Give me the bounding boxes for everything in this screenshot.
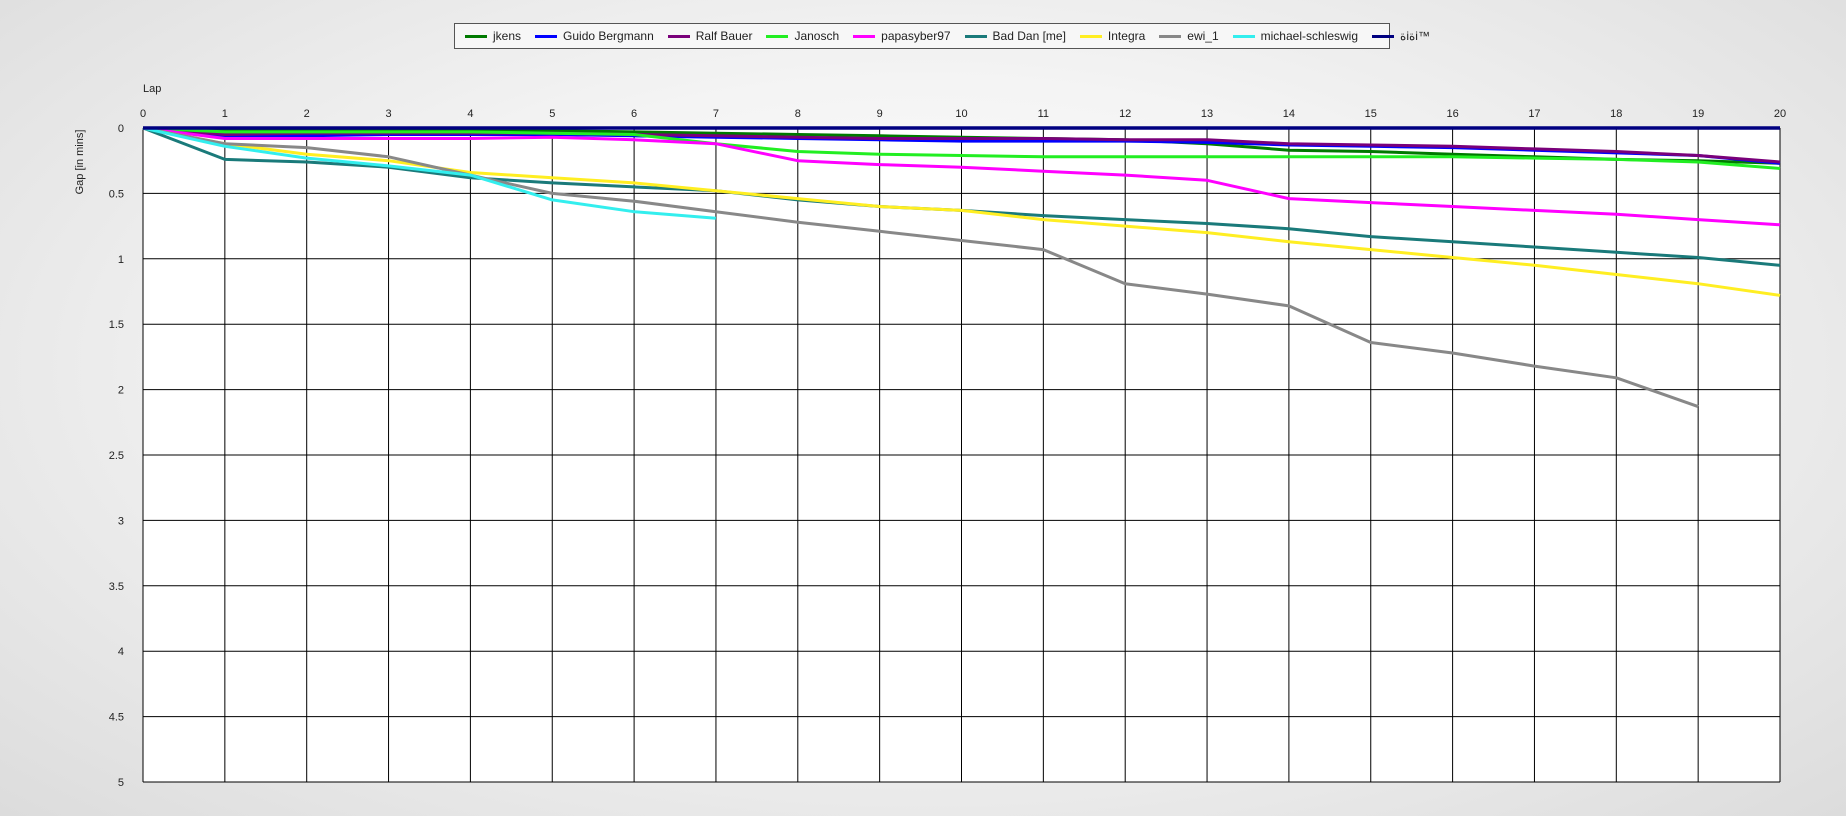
x-tick-label: 0 bbox=[140, 108, 146, 120]
x-tick-label: 1 bbox=[222, 108, 228, 120]
x-tick-label: 2 bbox=[304, 108, 310, 120]
y-tick-label: 4.5 bbox=[109, 712, 124, 724]
x-tick-label: 4 bbox=[467, 108, 473, 120]
x-tick-label: 3 bbox=[385, 108, 391, 120]
x-tick-label: 10 bbox=[955, 108, 967, 120]
y-tick-label: 0 bbox=[118, 123, 124, 135]
x-tick-label: 7 bbox=[713, 108, 719, 120]
x-tick-label: 19 bbox=[1692, 108, 1704, 120]
y-tick-label: 5 bbox=[118, 777, 124, 789]
x-tick-label: 20 bbox=[1774, 108, 1786, 120]
x-tick-label: 13 bbox=[1201, 108, 1213, 120]
y-tick-label: 1.5 bbox=[109, 319, 124, 331]
x-tick-label: 14 bbox=[1283, 108, 1295, 120]
x-tick-label: 5 bbox=[549, 108, 555, 120]
x-tick-label: 11 bbox=[1038, 108, 1049, 120]
x-tick-label: 6 bbox=[631, 108, 637, 120]
y-tick-label: 2 bbox=[118, 385, 124, 397]
y-tick-label: 0.5 bbox=[109, 188, 124, 200]
y-tick-label: 3.5 bbox=[109, 581, 124, 593]
chart-grid bbox=[142, 127, 1781, 783]
x-tick-label: 17 bbox=[1528, 108, 1540, 120]
x-tick-label: 9 bbox=[877, 108, 883, 120]
lap-gap-chart: 0 1 2 3 4 5 6 7 8 9 10 11 12 13 14 15 16 17 18 19 2000.511.5… bbox=[74, 83, 1786, 789]
x-axis-label: Lap bbox=[143, 83, 161, 95]
y-tick-label: 4 bbox=[118, 646, 124, 658]
x-tick-label: 18 bbox=[1610, 108, 1622, 120]
y-tick-label: 3 bbox=[118, 515, 124, 527]
x-tick-label: 16 bbox=[1446, 108, 1458, 120]
y-tick-label: 2.5 bbox=[109, 450, 124, 462]
y-axis-label: Gap [in mins] bbox=[74, 130, 86, 195]
x-tick-label: 12 bbox=[1119, 108, 1131, 120]
y-tick-label: 1 bbox=[118, 254, 124, 266]
x-tick-label: 8 bbox=[795, 108, 801, 120]
x-tick-label: 15 bbox=[1365, 108, 1377, 120]
